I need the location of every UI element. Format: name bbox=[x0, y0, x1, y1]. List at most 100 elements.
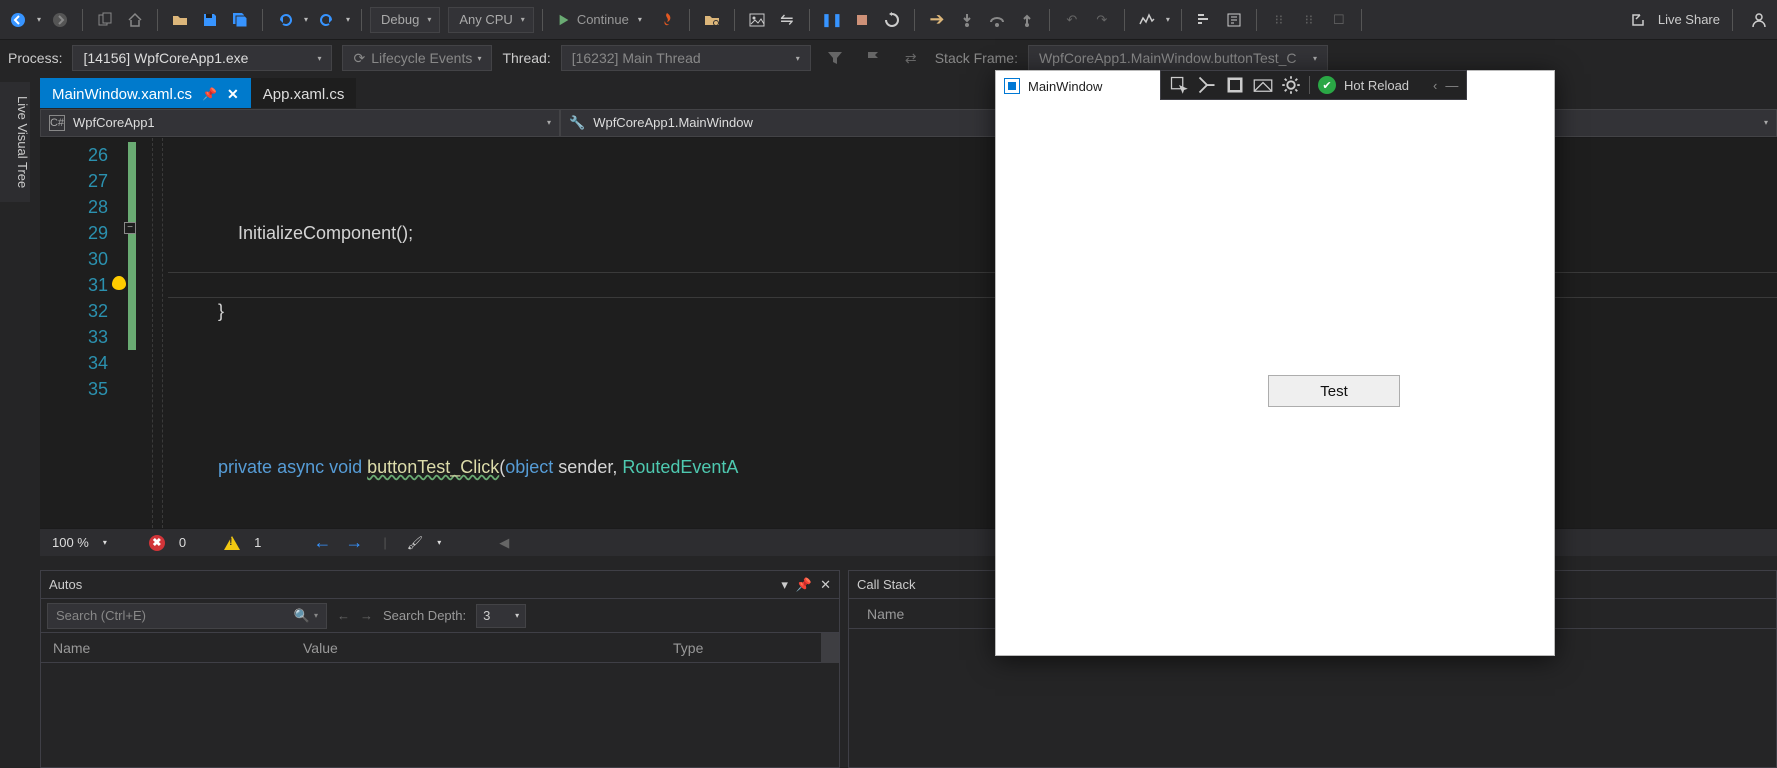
panel-close-icon[interactable]: ✕ bbox=[820, 577, 831, 593]
redo-icon[interactable] bbox=[313, 6, 341, 34]
cycle-icon: ⟳ bbox=[353, 50, 365, 67]
home-icon[interactable] bbox=[121, 6, 149, 34]
scroll-left-icon[interactable]: ◀ bbox=[499, 535, 509, 551]
zoom-level[interactable]: 100 % bbox=[52, 535, 89, 550]
solution-platform-dropdown[interactable]: Any CPU▾ bbox=[448, 7, 533, 33]
main-toolbar: ▾ ▾ ▾ Debug▾ Any CPU▾ Continue ▾ ⇋ ❚❚ ➔ … bbox=[0, 0, 1777, 40]
class-icon: 🔧 bbox=[569, 115, 585, 131]
lifecycle-dropdown[interactable]: ⟳Lifecycle Events▾ bbox=[342, 45, 492, 71]
comment-icon[interactable]: ⁝⁝ bbox=[1265, 6, 1293, 34]
app-title-text: MainWindow bbox=[1028, 79, 1102, 94]
autos-title: Autos bbox=[49, 577, 82, 592]
step-into-icon[interactable] bbox=[953, 6, 981, 34]
pin-icon[interactable]: 📌 bbox=[202, 87, 217, 101]
undo-history-icon[interactable]: ↶ bbox=[1058, 6, 1086, 34]
uncomment-icon[interactable]: ⁝⁝ bbox=[1295, 6, 1323, 34]
stackframe-dropdown[interactable]: WpfCoreApp1.MainWindow.buttonTest_C▾ bbox=[1028, 45, 1328, 71]
indent-guides-icon[interactable] bbox=[1190, 6, 1218, 34]
thread-value: [16232] Main Thread bbox=[572, 50, 701, 66]
display-options-icon[interactable] bbox=[1253, 75, 1273, 95]
account-icon[interactable] bbox=[1745, 6, 1773, 34]
step-out-icon[interactable] bbox=[1013, 6, 1041, 34]
hot-reload-label[interactable]: Hot Reload bbox=[1344, 78, 1409, 93]
autos-search-placeholder: Search (Ctrl+E) bbox=[56, 608, 146, 623]
fold-toggle-icon[interactable]: − bbox=[124, 222, 136, 234]
restart-icon[interactable] bbox=[878, 6, 906, 34]
continue-label: Continue bbox=[577, 12, 629, 27]
autos-col-name[interactable]: Name bbox=[41, 640, 291, 656]
find-in-files-icon[interactable] bbox=[698, 6, 726, 34]
xaml-debug-toolbar[interactable]: ✔ Hot Reload ‹ — bbox=[1160, 70, 1467, 100]
nav-back-dropdown-icon[interactable]: ▾ bbox=[34, 15, 44, 24]
process-dropdown[interactable]: [14156] WpfCoreApp1.exe▾ bbox=[72, 45, 332, 71]
hot-reload-fire-icon[interactable] bbox=[653, 6, 681, 34]
diagnostic-dropdown-icon[interactable]: ▾ bbox=[1163, 15, 1173, 24]
callstack-col-name[interactable]: Name bbox=[849, 606, 922, 622]
settings-gear-icon[interactable] bbox=[1281, 75, 1301, 95]
continue-button[interactable]: Continue ▾ bbox=[551, 12, 651, 27]
thread-dropdown[interactable]: [16232] Main Thread▾ bbox=[561, 45, 811, 71]
search-icon[interactable]: 🔍 bbox=[294, 608, 310, 624]
error-count: 0 bbox=[179, 535, 186, 550]
running-app-window[interactable]: MainWindow Test bbox=[995, 70, 1555, 656]
new-project-icon[interactable] bbox=[91, 6, 119, 34]
next-issue-icon[interactable]: → bbox=[345, 532, 363, 553]
app-client-area: Test bbox=[996, 101, 1554, 655]
autos-panel: Autos ▾ 📌 ✕ Search (Ctrl+E) 🔍▾ ← → Searc… bbox=[40, 570, 840, 768]
layout-adorner-icon[interactable] bbox=[1197, 75, 1217, 95]
undo-icon[interactable] bbox=[271, 6, 299, 34]
file-tab-mainwindow[interactable]: MainWindow.xaml.cs 📌 ✕ bbox=[40, 78, 251, 108]
track-focus-icon[interactable] bbox=[1225, 75, 1245, 95]
close-icon[interactable]: ✕ bbox=[227, 86, 239, 103]
prev-issue-icon[interactable]: ← bbox=[313, 532, 331, 553]
autos-search-box[interactable]: Search (Ctrl+E) 🔍▾ bbox=[47, 603, 327, 629]
diagnostic-tools-icon[interactable] bbox=[1133, 6, 1161, 34]
search-back-icon: ← bbox=[337, 608, 350, 623]
undo-dropdown-icon[interactable]: ▾ bbox=[301, 15, 311, 24]
scrollbar[interactable] bbox=[821, 633, 839, 663]
share-icon[interactable] bbox=[1624, 6, 1652, 34]
save-icon[interactable] bbox=[196, 6, 224, 34]
stackframe-value: WpfCoreApp1.MainWindow.buttonTest_C bbox=[1039, 50, 1297, 66]
fold-gutter: − bbox=[118, 138, 148, 528]
live-visual-tree-tab[interactable]: Live Visual Tree bbox=[0, 82, 30, 202]
brush-icon[interactable]: 🖌 bbox=[407, 535, 424, 551]
live-share-label[interactable]: Live Share bbox=[1658, 12, 1720, 27]
pause-icon[interactable]: ❚❚ bbox=[818, 6, 846, 34]
bookmark-icon[interactable]: ☐ bbox=[1325, 6, 1353, 34]
project-dropdown[interactable]: C#WpfCoreApp1 ▾ bbox=[40, 109, 560, 137]
save-all-icon[interactable] bbox=[226, 6, 254, 34]
redo-dropdown-icon[interactable]: ▾ bbox=[343, 15, 353, 24]
threads-swap-icon: ⇄ bbox=[897, 44, 925, 72]
zoom-dropdown-icon[interactable]: ▾ bbox=[103, 538, 107, 547]
step-over-icon[interactable] bbox=[983, 6, 1011, 34]
thread-label: Thread: bbox=[502, 50, 550, 66]
solution-config-dropdown[interactable]: Debug▾ bbox=[370, 7, 440, 33]
open-file-icon[interactable] bbox=[166, 6, 194, 34]
redo-history-icon[interactable]: ↷ bbox=[1088, 6, 1116, 34]
test-button[interactable]: Test bbox=[1268, 375, 1400, 407]
minimize-bar-icon[interactable]: — bbox=[1445, 78, 1458, 93]
error-icon[interactable]: ✖ bbox=[149, 535, 165, 551]
file-tab-app[interactable]: App.xaml.cs bbox=[251, 78, 357, 108]
show-next-statement-icon[interactable]: ➔ bbox=[923, 6, 951, 34]
search-forward-icon: → bbox=[360, 608, 373, 623]
filter-icon bbox=[821, 44, 849, 72]
panel-dropdown-icon[interactable]: ▾ bbox=[781, 577, 788, 593]
solution-platform-value: Any CPU bbox=[459, 12, 512, 27]
warning-icon[interactable] bbox=[224, 536, 240, 550]
layout-toggle-icon[interactable]: ⇋ bbox=[773, 6, 801, 34]
hot-reload-ok-icon: ✔ bbox=[1318, 76, 1336, 94]
nav-back-icon[interactable] bbox=[4, 6, 32, 34]
app-icon bbox=[1004, 78, 1020, 94]
autos-col-type[interactable]: Type bbox=[661, 640, 821, 656]
code-block-icon[interactable] bbox=[1220, 6, 1248, 34]
stackframe-label: Stack Frame: bbox=[935, 50, 1018, 66]
autos-col-value[interactable]: Value bbox=[291, 640, 661, 656]
panel-pin-icon[interactable]: 📌 bbox=[796, 577, 812, 593]
image-preview-icon[interactable] bbox=[743, 6, 771, 34]
search-depth-input[interactable]: 3▾ bbox=[476, 604, 526, 628]
stop-icon[interactable] bbox=[848, 6, 876, 34]
collapse-left-icon[interactable]: ‹ bbox=[1433, 78, 1437, 93]
select-element-icon[interactable] bbox=[1169, 75, 1189, 95]
